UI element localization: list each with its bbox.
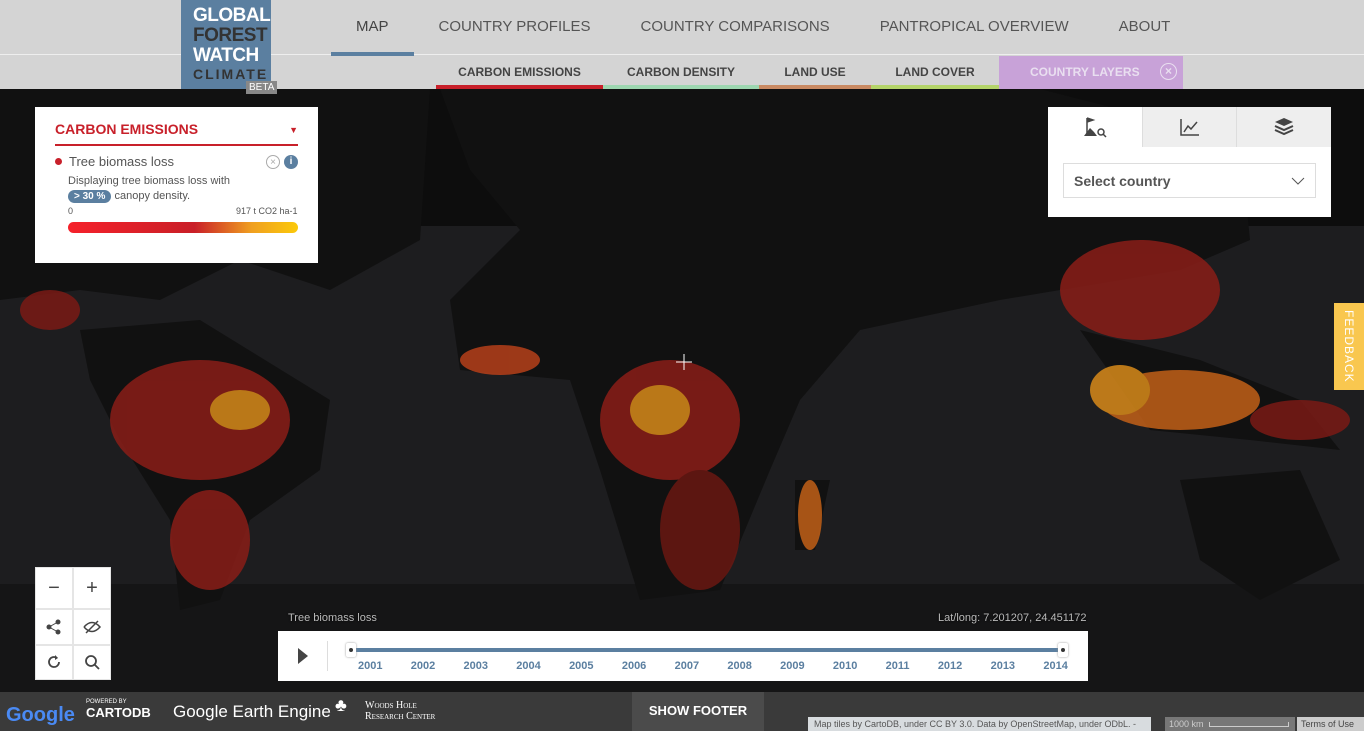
tools-panel: Select country (1048, 107, 1332, 217)
logo-text: Woods Hole (365, 700, 417, 711)
timeline-year[interactable]: 2008 (727, 660, 751, 672)
legend-panel: CARBON EMISSIONS ▼ Tree biomass loss × i D… (35, 107, 318, 263)
timeline-year[interactable]: 2004 (516, 660, 540, 672)
google-logo: Google (6, 704, 75, 726)
nav-country-profiles[interactable]: COUNTRY PROFILES (414, 0, 616, 54)
legend-category-dropdown[interactable]: CARBON EMISSIONS ▼ (55, 121, 298, 146)
remove-layer-icon[interactable]: × (266, 154, 280, 169)
select-country-dropdown[interactable]: Select country (1063, 163, 1316, 198)
nav-country-comparisons[interactable]: COUNTRY COMPARISONS (616, 0, 855, 54)
map-scale: 1000 km (1165, 717, 1295, 731)
share-button[interactable] (35, 609, 73, 645)
nav-about[interactable]: ABOUT (1094, 0, 1196, 54)
chart-icon (1179, 119, 1199, 136)
main-nav: MAP COUNTRY PROFILES COUNTRY COMPARISONS… (331, 0, 1196, 56)
chart-tab[interactable] (1141, 107, 1237, 147)
tab-country-layers[interactable]: COUNTRY LAYERS × (999, 56, 1183, 89)
legend-description: canopy density. (114, 190, 191, 202)
scale-min: 0 (68, 206, 74, 216)
logo-text: WATCH (193, 45, 259, 66)
timeline-year[interactable]: 2013 (991, 660, 1015, 672)
reset-button[interactable] (35, 644, 73, 680)
logo-text: FOREST (193, 25, 268, 46)
country-search-icon (1083, 117, 1107, 138)
tree-icon: ♣ (335, 695, 347, 715)
feedback-button[interactable]: FEEDBACK (1334, 303, 1364, 390)
close-icon[interactable]: × (1160, 63, 1177, 80)
nav-pantropical-overview[interactable]: PANTROPICAL OVERVIEW (855, 0, 1094, 54)
timeline-years: 2001 2002 2003 2004 2005 2006 2007 2008 2009 2010… (358, 660, 1068, 672)
active-layer-label: Tree biomass loss (288, 612, 377, 624)
scale-max: 917 t CO2 ha-1 (236, 206, 298, 216)
gfw-climate-logo[interactable]: GLOBAL FOREST WATCH CLIMATE (181, 0, 271, 89)
search-icon (85, 655, 100, 670)
map-controls: − + (35, 567, 111, 680)
timeline-year[interactable]: 2001 (358, 660, 382, 672)
beta-badge: BETA (246, 81, 278, 94)
hide-ui-button[interactable] (73, 609, 111, 645)
timeline-year[interactable]: 2011 (886, 660, 910, 672)
earth-engine-logo: Google Earth Engine (173, 702, 331, 721)
color-ramp (68, 222, 298, 233)
layer-dot-icon (55, 158, 62, 165)
scale-label: 1000 km (1169, 719, 1204, 729)
zoom-out-button[interactable]: − (35, 567, 73, 610)
show-footer-button[interactable]: SHOW FOOTER (632, 692, 764, 731)
zoom-in-button[interactable]: + (73, 567, 111, 610)
timeline-year[interactable]: 2007 (675, 660, 699, 672)
search-button[interactable] (73, 644, 111, 680)
country-search-tab[interactable] (1048, 107, 1142, 147)
layers-icon (1274, 118, 1294, 136)
woods-hole-logo: ♣ Woods Hole Research Center (335, 695, 436, 722)
logo-text: CARTODB (86, 705, 151, 720)
timeline-year[interactable]: 2002 (411, 660, 435, 672)
logo-text: Research Center (365, 711, 436, 722)
timeline-year[interactable]: 2006 (622, 660, 646, 672)
timeline-start-handle[interactable] (346, 643, 356, 657)
timeline-track[interactable] (350, 648, 1065, 652)
legend-title: CARBON EMISSIONS (55, 121, 199, 137)
layer-name: Tree biomass loss (69, 154, 174, 169)
timeline-year[interactable]: 2003 (464, 660, 488, 672)
logo-text: GLOBAL (193, 5, 271, 26)
timeline: 2001 2002 2003 2004 2005 2006 2007 2008 2009 2010… (278, 631, 1088, 681)
eye-slash-icon (83, 620, 101, 634)
tab-carbon-emissions[interactable]: CARBON EMISSIONS (436, 56, 603, 89)
chevron-down-icon (1291, 177, 1305, 185)
caret-down-icon: ▼ (289, 125, 298, 135)
timeline-year[interactable]: 2005 (569, 660, 593, 672)
timeline-end-handle[interactable] (1058, 643, 1068, 657)
timeline-year[interactable]: 2012 (938, 660, 962, 672)
share-icon (46, 619, 61, 635)
timeline-year[interactable]: 2009 (780, 660, 804, 672)
terms-of-use-link[interactable]: Terms of Use (1297, 717, 1364, 731)
tab-carbon-density[interactable]: CARBON DENSITY (603, 56, 759, 89)
top-header: GLOBAL FOREST WATCH CLIMATE BETA MAP COU… (0, 0, 1364, 94)
tab-land-cover[interactable]: LAND COVER (871, 56, 999, 89)
layers-tab[interactable] (1236, 107, 1332, 147)
tab-label: COUNTRY LAYERS (1030, 65, 1140, 79)
legend-description: Displaying tree biomass loss with (68, 175, 231, 187)
play-button[interactable] (298, 648, 308, 664)
refresh-icon (48, 655, 60, 669)
timeline-year[interactable]: 2014 (1043, 660, 1067, 672)
timeline-year[interactable]: 2010 (833, 660, 857, 672)
select-placeholder: Select country (1074, 172, 1171, 189)
tab-land-use[interactable]: LAND USE (759, 56, 871, 89)
footer-bar: Google POWERED BY CARTODB Google Earth En… (0, 692, 1364, 731)
canopy-threshold-button[interactable]: > 30 % (68, 190, 112, 203)
map-attribution: Map tiles by CartoDB, under CC BY 3.0. D… (808, 717, 1151, 731)
cartodb-logo: POWERED BY CARTODB (86, 699, 151, 720)
nav-map[interactable]: MAP (331, 0, 414, 56)
latlong-readout: Lat/long: 7.201207, 24.451172 (938, 612, 1087, 624)
info-icon[interactable]: i (284, 154, 298, 169)
layer-tabs: CARBON EMISSIONS CARBON DENSITY LAND USE… (436, 56, 1183, 89)
logo-text: CLIMATE (193, 66, 269, 82)
